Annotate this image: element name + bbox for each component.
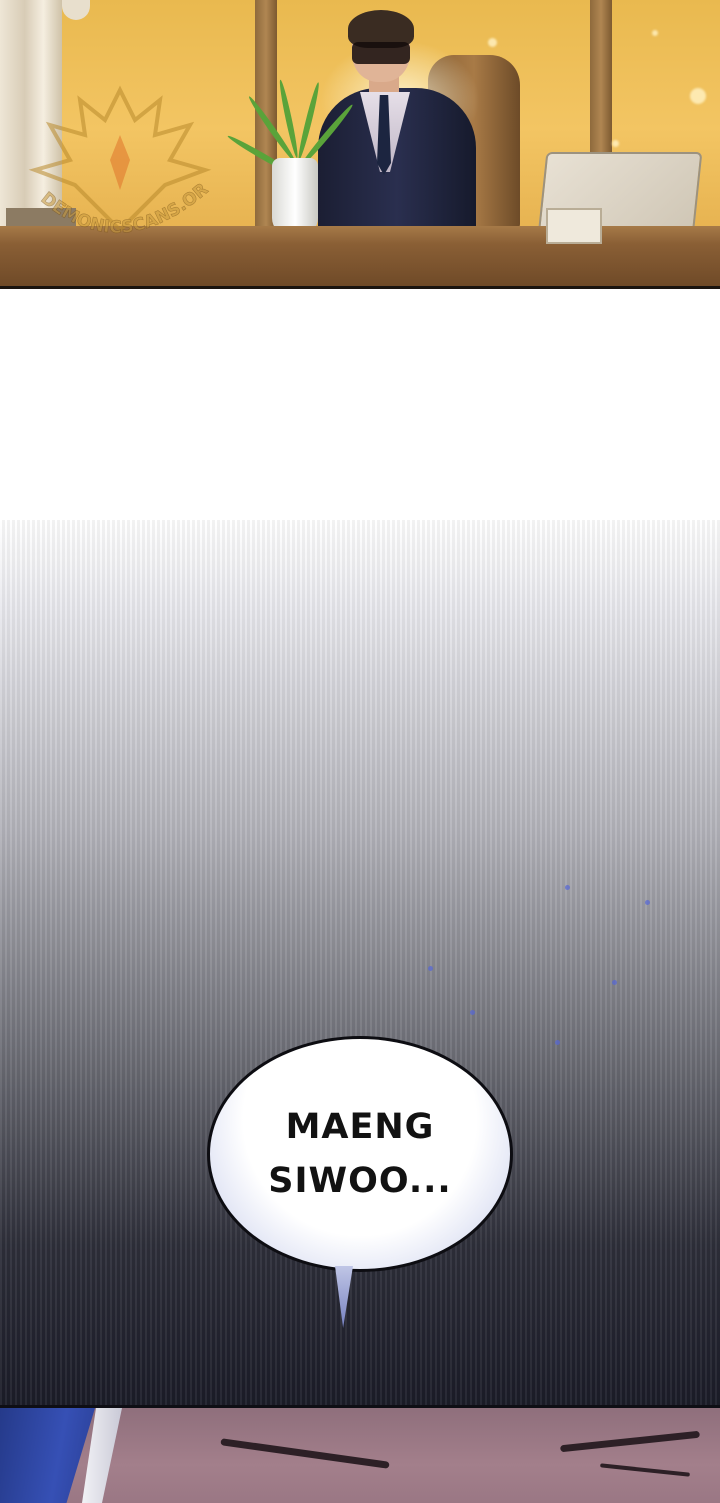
speech-bubble-text: MAENG SIWOO... xyxy=(268,1107,452,1201)
desk-nameplate xyxy=(546,208,602,244)
sparkle-speck xyxy=(555,1040,560,1045)
sparkle-speck xyxy=(428,966,433,971)
eyelid-line xyxy=(600,1463,690,1477)
face-shadow xyxy=(352,42,410,64)
light-sparkle xyxy=(690,88,706,104)
sparkle-speck xyxy=(645,900,650,905)
light-sparkle xyxy=(612,140,619,147)
light-sparkle xyxy=(488,38,497,47)
panel-closeup-scene xyxy=(0,1405,720,1503)
watermark-logo: DEMONICSCANS.ORG xyxy=(20,80,213,238)
sparkle-speck xyxy=(565,885,570,890)
closeup-dark-area xyxy=(0,1408,95,1503)
light-sparkle xyxy=(652,30,658,36)
speech-bubble: MAENG SIWOO... xyxy=(207,1036,513,1272)
sparkle-speck xyxy=(470,1010,475,1015)
eyebrow-line xyxy=(220,1438,390,1469)
panel-gradient-scene xyxy=(0,520,720,1405)
eyebrow-line xyxy=(560,1430,700,1453)
curtain-tie xyxy=(62,0,90,20)
panel-office-scene: DEMONICSCANS.ORG xyxy=(0,0,720,289)
plant-pot xyxy=(272,158,318,236)
sparkle-speck xyxy=(612,980,617,985)
